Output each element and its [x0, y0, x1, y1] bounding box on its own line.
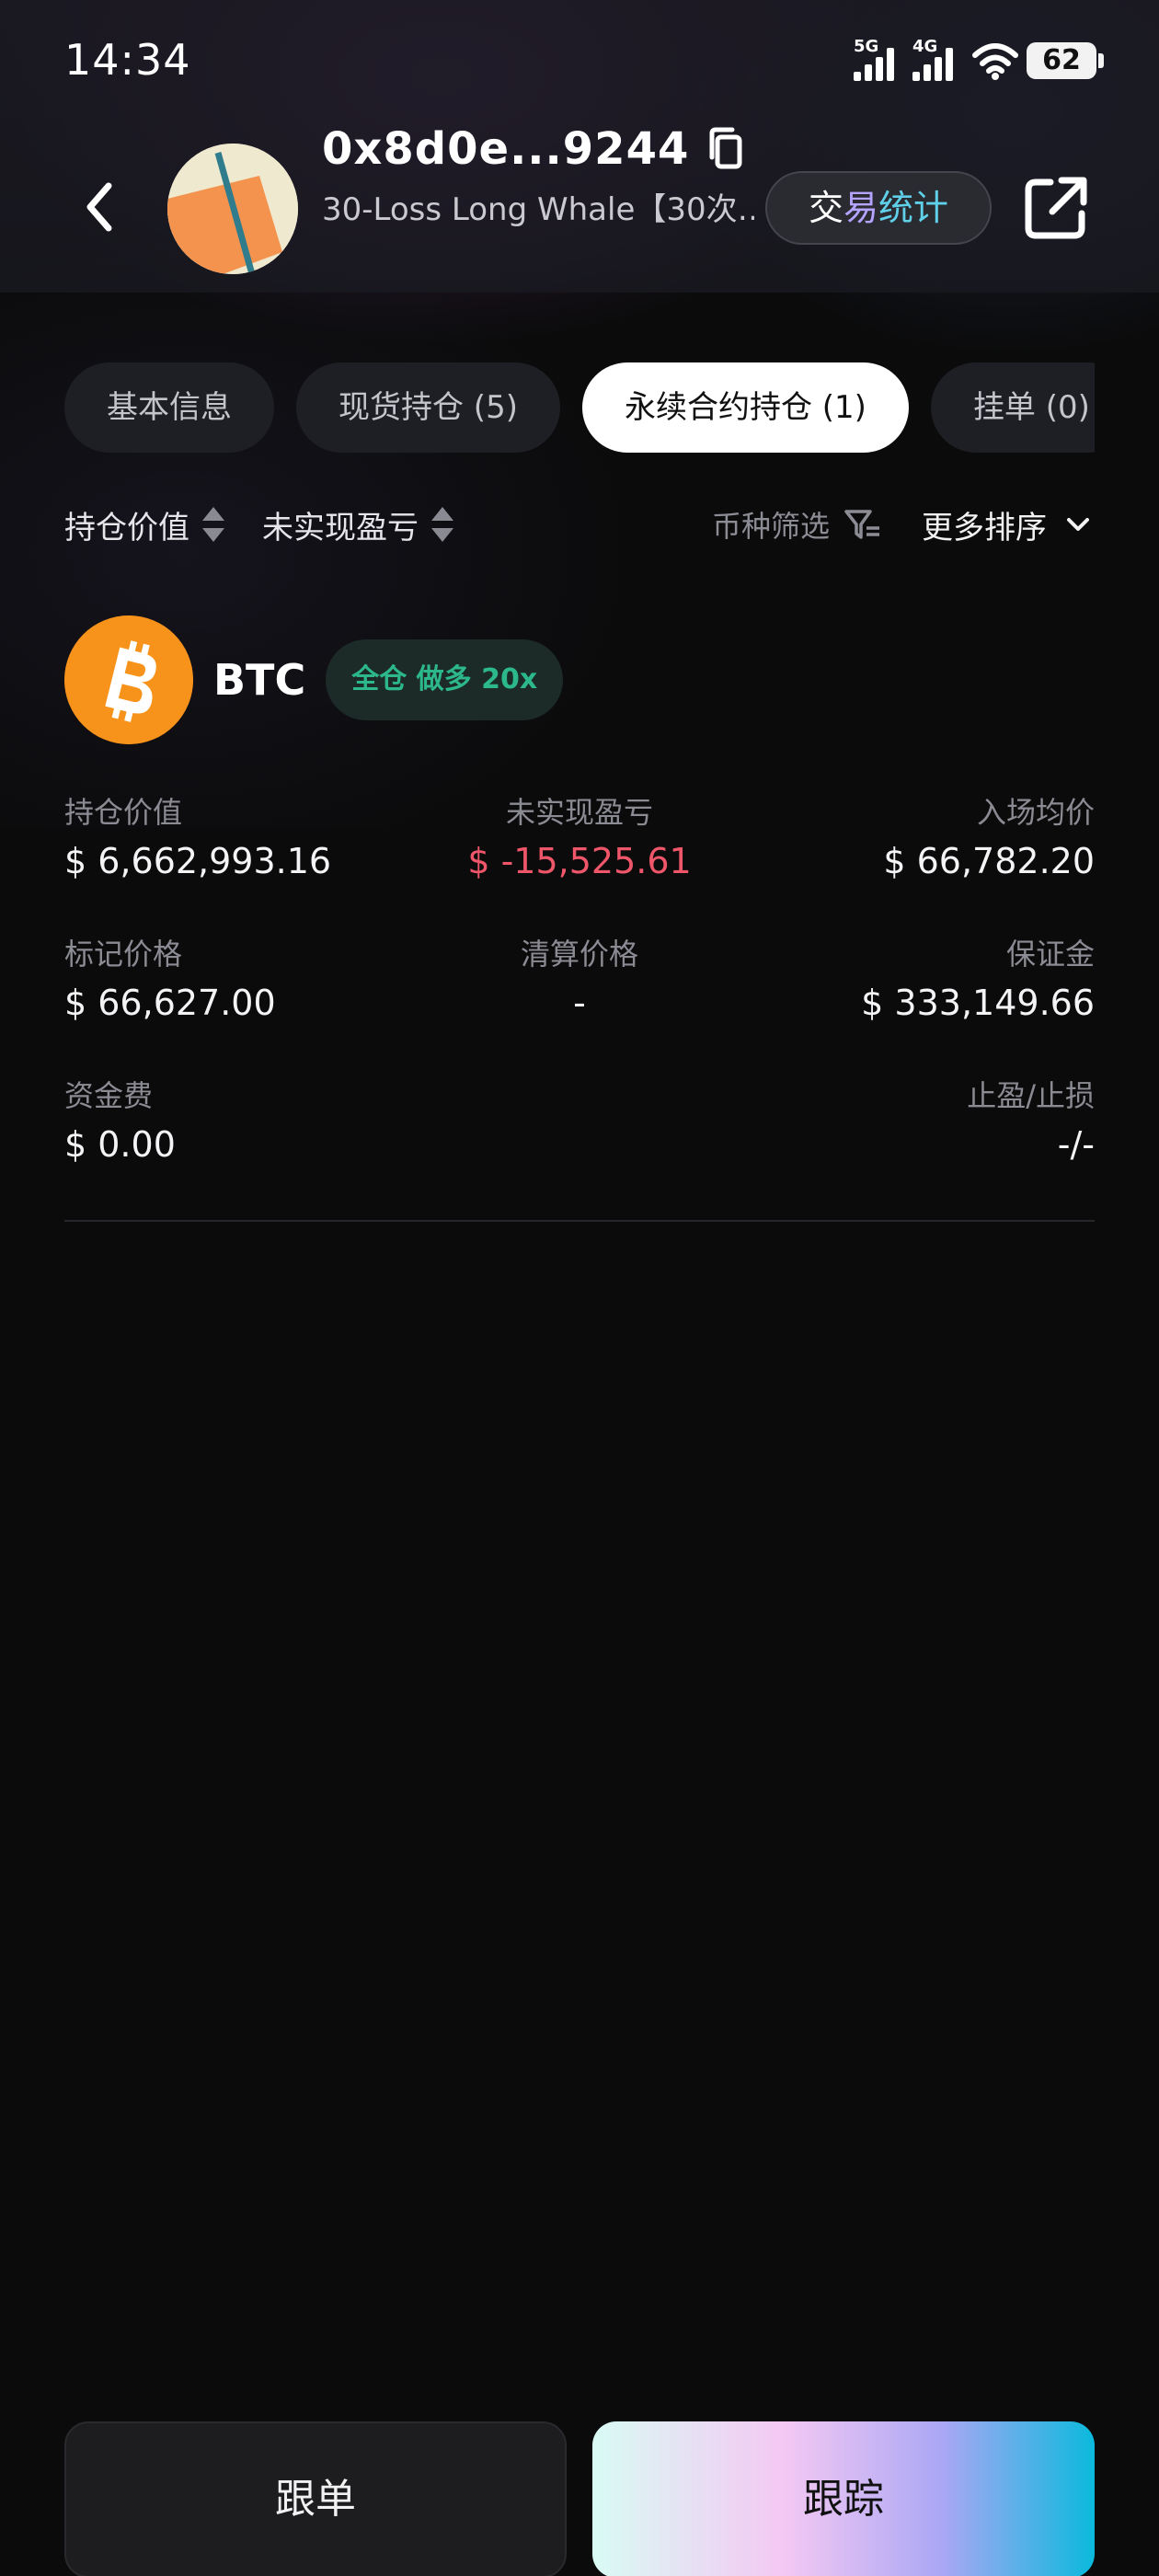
- field-label: 资金费: [64, 1078, 154, 1113]
- copy-icon[interactable]: [706, 126, 748, 172]
- status-time: 14:34: [64, 35, 191, 85]
- back-icon[interactable]: [77, 175, 123, 239]
- field-value: $ 0.00: [64, 1124, 176, 1165]
- signal-5g-tag: 5G: [854, 37, 879, 56]
- tab-spot-holdings[interactable]: 现货持仓 (5): [296, 362, 560, 453]
- field-funding-fee: 资金费 $ 0.00: [64, 1075, 432, 1172]
- share-external-icon[interactable]: [1023, 175, 1089, 241]
- trade-stats-label-part1: 交: [808, 188, 843, 228]
- sort-row: 持仓价值 未实现盈亏 币种筛选 更多排序: [64, 497, 1095, 552]
- field-label: 持仓价值: [64, 795, 183, 830]
- trade-stats-label-part2: 易: [843, 188, 878, 228]
- position-header: BTC 全仓 做多 20x: [64, 615, 564, 745]
- sort-unrealized-pnl[interactable]: 未实现盈亏: [262, 497, 455, 552]
- field-mark-price: 标记价格 $ 66,627.00: [64, 933, 432, 1030]
- avatar: [167, 144, 298, 274]
- tab-perp-positions[interactable]: 永续合约持仓 (1): [581, 362, 909, 453]
- field-entry-price: 入场均价 $ 66,782.20: [727, 791, 1095, 889]
- wallet-address: 0x8d0e...9244: [322, 123, 690, 175]
- field-value: -/-: [1057, 1124, 1095, 1165]
- btc-logo-icon: [64, 615, 193, 744]
- tab-open-orders[interactable]: 挂单 (0): [930, 362, 1095, 453]
- field-label: 清算价格: [520, 937, 638, 972]
- trade-stats-label-part3: 统计: [878, 188, 949, 228]
- field-label: 标记价格: [64, 937, 183, 972]
- field-position-value: 持仓价值 $ 6,662,993.16: [64, 791, 432, 889]
- position-mode-badge: 全仓 做多 20x: [326, 639, 564, 720]
- sort-position-value[interactable]: 持仓价值: [64, 497, 226, 552]
- sort-position-value-label: 持仓价值: [64, 509, 189, 546]
- field-label: 止盈/止损: [967, 1078, 1095, 1113]
- signal-4g-tag: 4G: [912, 37, 938, 56]
- position-tabs: 基本信息 现货持仓 (5) 永续合约持仓 (1) 挂单 (0): [64, 362, 1095, 456]
- filter-icon: [844, 510, 880, 539]
- more-sort-label: 更多排序: [922, 509, 1047, 546]
- field-value: $ 66,627.00: [64, 983, 276, 1023]
- signal-5g-icon: 5G: [854, 37, 900, 81]
- signal-4g-icon: 4G: [912, 37, 958, 81]
- field-value: $ -15,525.61: [467, 841, 692, 881]
- field-unrealized-pnl: 未实现盈亏 $ -15,525.61: [396, 791, 763, 889]
- sort-arrows-icon: [431, 507, 453, 542]
- status-bar: 14:34 5G 4G 62: [0, 0, 1159, 120]
- field-value: $ 66,782.20: [883, 841, 1095, 881]
- coin-name: BTC: [213, 655, 306, 705]
- coin-filter-label: 币种筛选: [712, 509, 831, 544]
- copy-trade-button[interactable]: 跟单: [64, 2421, 567, 2576]
- chevron-down-icon: [1067, 518, 1089, 531]
- trade-stats-button[interactable]: 交易统计: [765, 171, 992, 245]
- field-liquidation-price: 清算价格 -: [396, 933, 763, 1030]
- wallet-label: 30-Loss Long Whale【30次…: [322, 191, 754, 228]
- field-value: $ 6,662,993.16: [64, 841, 332, 881]
- sort-arrows-icon: [202, 507, 224, 542]
- field-value: $ 333,149.66: [861, 983, 1095, 1023]
- field-tp-sl: 止盈/止损 -/-: [727, 1075, 1095, 1172]
- sort-unrealized-pnl-label: 未实现盈亏: [262, 509, 419, 546]
- tab-basic-info[interactable]: 基本信息: [64, 362, 274, 453]
- field-margin: 保证金 $ 333,149.66: [727, 933, 1095, 1030]
- divider: [64, 1220, 1095, 1222]
- field-label: 保证金: [1005, 937, 1095, 972]
- wifi-icon: [972, 43, 1018, 80]
- more-sort-dropdown[interactable]: 更多排序: [922, 497, 1091, 552]
- track-button[interactable]: 跟踪: [592, 2421, 1095, 2576]
- field-label: 未实现盈亏: [505, 795, 653, 830]
- field-value: -: [573, 983, 586, 1023]
- battery-indicator: 62: [1027, 42, 1104, 79]
- address-line: 0x8d0e...9244: [322, 120, 748, 178]
- field-label: 入场均价: [976, 795, 1095, 830]
- coin-filter[interactable]: 币种筛选: [712, 497, 881, 552]
